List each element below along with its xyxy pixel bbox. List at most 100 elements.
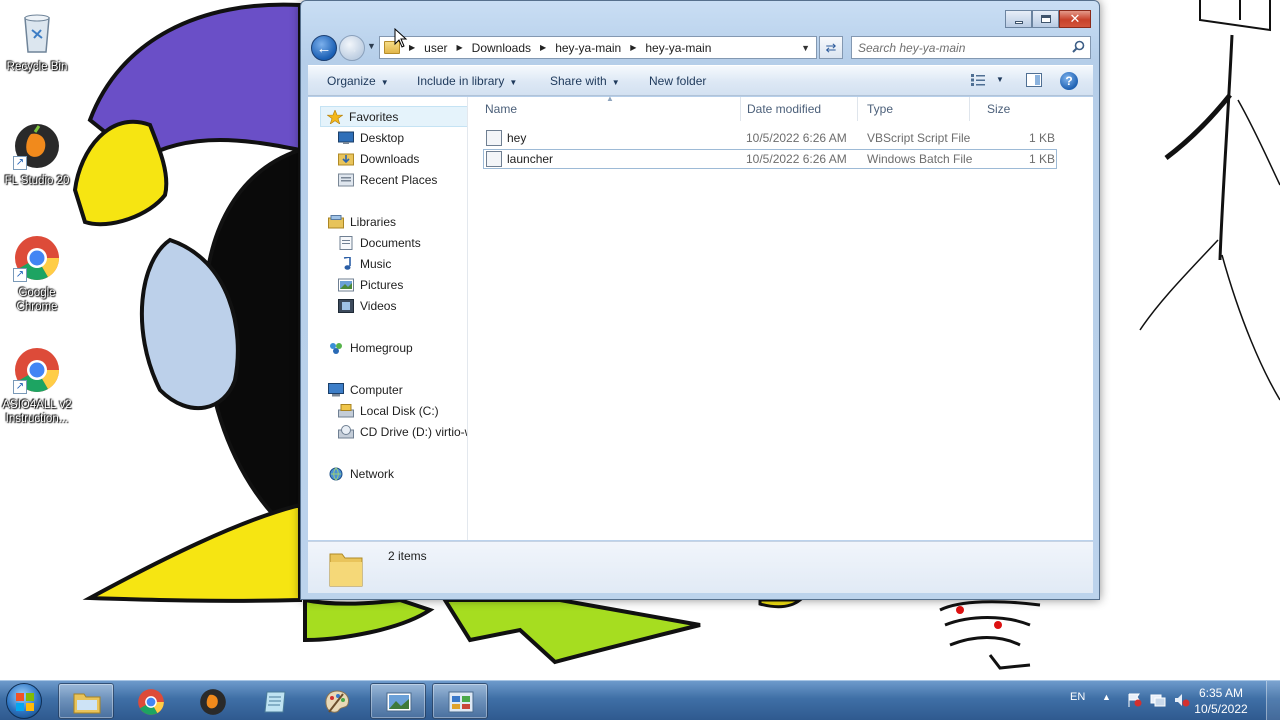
nav-favorites[interactable]: Favorites	[320, 106, 467, 127]
nav-videos[interactable]: Videos	[338, 295, 396, 316]
close-button[interactable]: ✕	[1059, 10, 1091, 28]
file-row[interactable]: hey 10/5/2022 6:26 AM VBScript Script Fi…	[483, 128, 1057, 148]
sort-ascending-icon: ▲	[606, 94, 614, 103]
nav-videos-label: Videos	[360, 298, 397, 313]
taskbar-notepad-button[interactable]	[246, 683, 302, 719]
windows-logo-icon	[16, 693, 34, 711]
chevron-down-icon: ▼	[611, 78, 620, 87]
change-view-icon[interactable]	[971, 74, 985, 86]
maximize-icon	[1040, 15, 1051, 23]
forward-button[interactable]: →	[339, 35, 365, 61]
column-header-type[interactable]: Type	[850, 97, 970, 121]
action-center-flag-icon[interactable]	[1126, 693, 1142, 707]
nav-music[interactable]: Music	[338, 253, 391, 274]
nav-recent-places[interactable]: Recent Places	[338, 169, 437, 190]
search-icon[interactable]	[1072, 40, 1085, 53]
column-header-date-modified[interactable]: Date modified	[730, 97, 858, 121]
nav-recent-places-label: Recent Places	[360, 172, 438, 187]
nav-homegroup[interactable]: Homegroup	[328, 337, 413, 358]
nav-downloads-label: Downloads	[360, 151, 420, 166]
taskbar-control-panel-button[interactable]	[432, 683, 488, 719]
libraries-icon	[328, 214, 344, 229]
nav-network[interactable]: Network	[328, 463, 394, 484]
taskbar-photo-viewer-button[interactable]	[370, 683, 426, 719]
search-box[interactable]	[851, 36, 1091, 59]
refresh-button[interactable]: ⇄	[819, 36, 843, 59]
share-with-button[interactable]: Share with ▼	[550, 74, 620, 88]
maximize-button[interactable]	[1032, 10, 1059, 28]
show-desktop-button[interactable]	[1266, 681, 1280, 720]
paint-palette-icon	[325, 690, 349, 713]
desktop-icon-google-chrome[interactable]: ↗ Google Chrome	[0, 234, 74, 314]
preview-pane-icon[interactable]	[1026, 73, 1042, 87]
desktop-icon-label: ASIO4ALL v2 Instruction...	[2, 399, 72, 425]
downloads-folder-icon	[338, 152, 354, 166]
hard-drive-icon	[338, 403, 354, 418]
show-hidden-icons-icon[interactable]: ▲	[1102, 692, 1111, 702]
clock[interactable]: 6:35 AM 10/5/2022	[1186, 685, 1256, 717]
nav-computer[interactable]: Computer	[328, 379, 403, 400]
network-status-icon[interactable]	[1150, 693, 1166, 707]
view-options-chevron-icon[interactable]: ▼	[996, 75, 1004, 84]
taskbar-explorer-button[interactable]	[58, 683, 114, 719]
nav-downloads[interactable]: Downloads	[338, 148, 419, 169]
desktop-icon-label: Recycle Bin	[6, 61, 68, 73]
organize-label: Organize	[327, 74, 376, 88]
fl-studio-icon: ↗	[13, 122, 61, 170]
breadcrumb-user[interactable]: user	[424, 41, 447, 55]
minimize-button[interactable]	[1005, 10, 1032, 28]
breadcrumb-hey-ya-main-current[interactable]: hey-ya-main	[645, 41, 711, 55]
recent-pages-dropdown[interactable]: ▼	[367, 41, 376, 51]
nav-pictures[interactable]: Pictures	[338, 274, 403, 295]
star-icon	[326, 108, 344, 125]
details-pane: 2 items	[308, 541, 1093, 593]
desktop-icon-asio4all[interactable]: ↗ ASIO4ALL v2 Instruction...	[0, 346, 74, 426]
include-in-library-button[interactable]: Include in library ▼	[417, 74, 517, 88]
breadcrumb-separator-icon[interactable]: ▶	[409, 43, 415, 52]
nav-desktop[interactable]: Desktop	[338, 127, 404, 148]
forward-arrow-icon: →	[345, 40, 359, 56]
new-folder-button[interactable]: New folder	[649, 74, 706, 88]
breadcrumb-downloads[interactable]: Downloads	[472, 41, 531, 55]
mouse-cursor-icon	[394, 28, 408, 48]
address-bar[interactable]: ▶ user ▶ Downloads ▶ hey-ya-main ▶ hey-y…	[379, 36, 817, 59]
column-header-type-label: Type	[867, 102, 894, 116]
desktop-icon-recycle-bin[interactable]: Recycle Bin	[0, 8, 74, 74]
recycle-bin-icon	[13, 8, 61, 56]
nav-cd-drive[interactable]: CD Drive (D:) virtio-win	[338, 421, 467, 442]
network-globe-icon	[328, 467, 344, 481]
column-header-size[interactable]: Size	[970, 97, 1050, 121]
back-button[interactable]: ←	[311, 35, 337, 61]
photo-viewer-icon	[386, 692, 412, 712]
taskbar-chrome-button[interactable]	[122, 683, 178, 719]
desktop-icon-fl-studio[interactable]: ↗ FL Studio 20	[0, 122, 74, 188]
breadcrumb-separator-icon[interactable]: ▶	[630, 43, 636, 52]
homegroup-icon	[328, 341, 344, 355]
taskbar: EN ▲ 6:35 AM 10/5/2022	[0, 680, 1280, 720]
help-icon[interactable]: ?	[1060, 72, 1078, 90]
nav-local-disk-label: Local Disk (C:)	[360, 403, 439, 418]
address-history-dropdown[interactable]: ▼	[801, 43, 810, 53]
nav-libraries[interactable]: Libraries	[328, 211, 396, 232]
organize-button[interactable]: Organize ▼	[327, 74, 389, 88]
nav-documents-label: Documents	[360, 235, 421, 250]
nav-local-disk[interactable]: Local Disk (C:)	[338, 400, 439, 421]
nav-cd-drive-label: CD Drive (D:) virtio-win	[360, 424, 467, 439]
language-indicator[interactable]: EN	[1070, 691, 1085, 703]
column-header-name[interactable]: ▲ Name	[468, 94, 741, 121]
breadcrumb-hey-ya-main[interactable]: hey-ya-main	[555, 41, 621, 55]
control-panel-icon	[448, 691, 474, 713]
documents-icon	[338, 235, 354, 250]
breadcrumb-separator-icon[interactable]: ▶	[457, 43, 463, 52]
nav-documents[interactable]: Documents	[338, 232, 421, 253]
cd-drive-icon	[338, 424, 354, 439]
breadcrumb-separator-icon[interactable]: ▶	[540, 43, 546, 52]
start-button[interactable]	[6, 683, 42, 719]
chrome-icon	[138, 689, 164, 715]
file-row[interactable]: launcher 10/5/2022 6:26 AM Windows Batch…	[483, 149, 1057, 169]
column-header-name-label: Name	[485, 102, 518, 116]
close-icon: ✕	[1069, 11, 1081, 27]
taskbar-paint-button[interactable]	[308, 683, 364, 719]
search-input[interactable]	[852, 37, 1062, 58]
taskbar-fl-studio-button[interactable]	[184, 683, 240, 719]
